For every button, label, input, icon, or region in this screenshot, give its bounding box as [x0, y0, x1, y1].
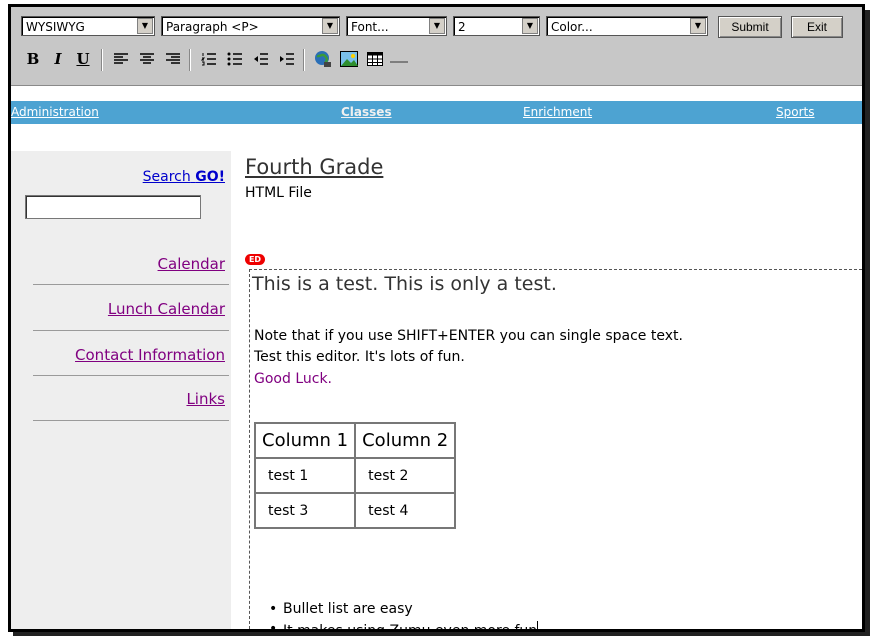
- editor-table[interactable]: Column 1 Column 2 test 1 test 2 test 3 t…: [253, 422, 457, 529]
- sidebar-divider: [33, 330, 229, 331]
- submit-button[interactable]: Submit: [718, 16, 782, 38]
- search-input[interactable]: [25, 195, 201, 219]
- bullet-icon: •: [269, 621, 278, 632]
- indent-icon[interactable]: [275, 46, 299, 72]
- numbered-list-icon[interactable]: [197, 46, 221, 72]
- table-row: test 1 test 2: [253, 457, 457, 494]
- sidebar-divider: [33, 420, 229, 421]
- editor-toolbar: WYSIWYG ▼ Paragraph <P> ▼ Font... ▼ 2 ▼ …: [11, 7, 862, 86]
- toolbar-divider: [303, 49, 305, 71]
- sidebar-divider: [33, 284, 229, 285]
- editor-text-line[interactable]: Good Luck.: [254, 371, 332, 387]
- chevron-down-icon[interactable]: ▼: [322, 18, 338, 34]
- list-item[interactable]: • It makes using Zumu even more fun: [269, 621, 539, 632]
- search-link[interactable]: Search GO!: [143, 169, 225, 185]
- sidebar-item-lunch-calendar[interactable]: Lunch Calendar: [108, 300, 225, 318]
- horizontal-rule-icon[interactable]: [387, 46, 411, 72]
- color-select[interactable]: Color... ▼: [546, 16, 708, 36]
- chevron-down-icon[interactable]: ▼: [429, 18, 445, 34]
- font-select-value: Font...: [351, 20, 389, 34]
- table-header-row: Column 1 Column 2: [253, 422, 457, 459]
- editor-text-line[interactable]: Test this editor. It's lots of fun.: [254, 349, 465, 365]
- sidebar-divider: [33, 375, 229, 376]
- list-item[interactable]: • Bullet list are easy: [269, 601, 538, 621]
- sidebar-item-contact-information[interactable]: Contact Information: [75, 346, 225, 364]
- toolbar-divider: [189, 49, 191, 71]
- list-item-text: It makes using Zumu even more fun: [283, 623, 538, 632]
- size-select-value: 2: [458, 20, 466, 34]
- editor-text-line[interactable]: Note that if you use SHIFT+ENTER you can…: [254, 328, 683, 344]
- page-title[interactable]: Fourth Grade: [245, 155, 383, 179]
- table-cell[interactable]: test 2: [354, 457, 457, 494]
- edit-badge-icon[interactable]: ED: [245, 254, 265, 265]
- table-icon[interactable]: [363, 46, 387, 72]
- editor-heading[interactable]: This is a test. This is only a test.: [252, 273, 557, 295]
- bold-button[interactable]: B: [21, 46, 45, 72]
- sidebar: Search GO! Calendar Lunch Calendar Conta…: [11, 151, 231, 629]
- text-caret: [537, 621, 539, 629]
- nav-classes[interactable]: Classes: [341, 105, 392, 119]
- format-select-value: Paragraph <P>: [166, 20, 259, 34]
- editable-region-border: [249, 269, 862, 270]
- editable-region-border: [249, 269, 250, 629]
- mode-select[interactable]: WYSIWYG ▼: [21, 16, 155, 36]
- table-cell[interactable]: test 1: [253, 457, 357, 494]
- toolbar-divider: [101, 49, 103, 71]
- align-center-icon[interactable]: [135, 46, 159, 72]
- table-header-cell[interactable]: Column 2: [354, 422, 457, 459]
- chevron-down-icon[interactable]: ▼: [690, 18, 706, 34]
- align-right-icon[interactable]: [161, 46, 185, 72]
- table-cell[interactable]: test 3: [253, 492, 357, 529]
- list-item-text: Bullet list are easy: [283, 601, 413, 617]
- exit-button[interactable]: Exit: [791, 16, 843, 38]
- font-select[interactable]: Font... ▼: [346, 16, 447, 36]
- outdent-icon[interactable]: [249, 46, 273, 72]
- align-left-icon[interactable]: [109, 46, 133, 72]
- table-cell[interactable]: test 4: [354, 492, 457, 529]
- nav-administration[interactable]: Administration: [11, 105, 99, 119]
- editor-window: WYSIWYG ▼ Paragraph <P> ▼ Font... ▼ 2 ▼ …: [8, 4, 865, 632]
- nav-sports[interactable]: Sports: [776, 105, 814, 119]
- search-label: Search: [142, 169, 191, 185]
- bullet-list-icon[interactable]: [223, 46, 247, 72]
- table-header-cell[interactable]: Column 1: [253, 422, 357, 459]
- page-subtitle: HTML File: [245, 185, 312, 201]
- mode-select-value: WYSIWYG: [26, 20, 85, 34]
- sidebar-item-links[interactable]: Links: [186, 390, 225, 408]
- main-nav: Administration Classes Enrichment Sports: [11, 101, 862, 124]
- underline-button[interactable]: U: [71, 46, 95, 72]
- link-icon[interactable]: [311, 46, 335, 72]
- format-select[interactable]: Paragraph <P> ▼: [161, 16, 340, 36]
- color-select-value: Color...: [551, 20, 593, 34]
- chevron-down-icon[interactable]: ▼: [137, 18, 153, 34]
- table-row: test 3 test 4: [253, 492, 457, 529]
- go-button[interactable]: GO!: [195, 169, 225, 185]
- size-select[interactable]: 2 ▼: [453, 16, 540, 36]
- bullet-list: • Bullet list are easy • It makes using …: [269, 601, 539, 632]
- image-icon[interactable]: [337, 46, 361, 72]
- nav-enrichment[interactable]: Enrichment: [523, 105, 592, 119]
- chevron-down-icon[interactable]: ▼: [522, 18, 538, 34]
- bullet-icon: •: [269, 601, 278, 617]
- sidebar-item-calendar[interactable]: Calendar: [158, 255, 225, 273]
- italic-button[interactable]: I: [46, 46, 70, 72]
